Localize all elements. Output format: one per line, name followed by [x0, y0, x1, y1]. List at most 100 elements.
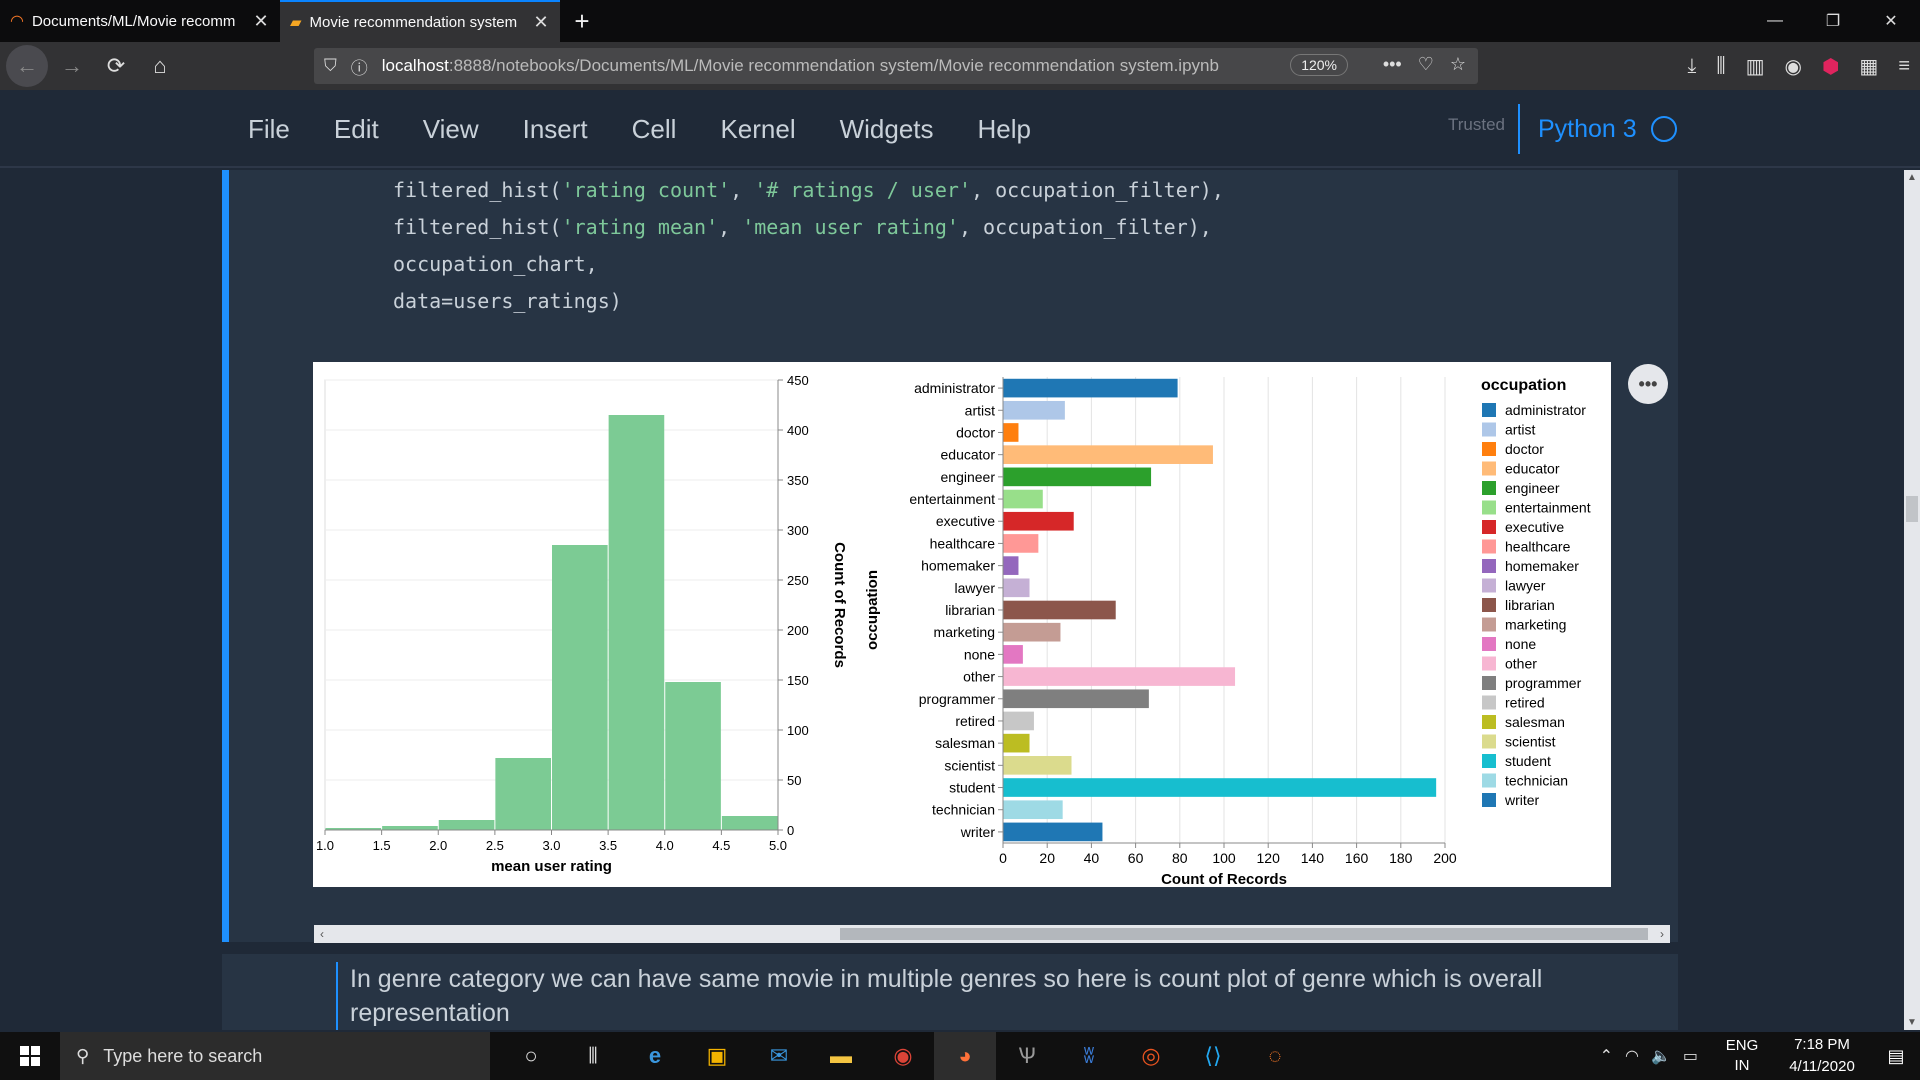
- shield-icon[interactable]: ⛉: [324, 56, 337, 76]
- trusted-indicator[interactable]: Trusted: [1448, 115, 1505, 135]
- ubuntu-icon[interactable]: ◎: [1120, 1032, 1182, 1080]
- legend-label: lawyer: [1505, 578, 1546, 594]
- x-tick-label: 120: [1257, 850, 1281, 866]
- close-window-icon[interactable]: ✕: [1862, 0, 1920, 42]
- menu-edit[interactable]: Edit: [334, 114, 379, 145]
- reload-button[interactable]: ⟳: [96, 46, 136, 86]
- tab-documents[interactable]: ◠ Documents/ML/Movie recomm ✕: [0, 0, 280, 42]
- windows-start-icon[interactable]: [0, 1032, 60, 1080]
- legend-swatch: [1482, 500, 1496, 515]
- jupyter-icon[interactable]: ◌: [1244, 1032, 1306, 1080]
- legend-label: none: [1505, 636, 1536, 652]
- toolbar-icons: ⤓ ⫼ ▥ ◉ ⬢ ▦ ≡: [1688, 42, 1910, 90]
- scroll-up-icon[interactable]: ▲: [1904, 172, 1920, 183]
- hamburger-menu-icon[interactable]: ≡: [1898, 55, 1910, 78]
- language-indicator[interactable]: ENG IN: [1712, 1036, 1772, 1076]
- y-tick-label: 100: [787, 723, 809, 738]
- histogram-chart: 1.0 1.5 2.0 2.5 3.0 3.5 4.0 4.5 5.00 50 100 150 200 2…: [316, 373, 848, 875]
- download-icon[interactable]: ⤓: [1688, 55, 1697, 78]
- screen: ◠ Documents/ML/Movie recomm ✕ ▰ Movie re…: [0, 0, 1920, 1080]
- volume-icon[interactable]: 🔈: [1651, 1046, 1671, 1066]
- menu-help[interactable]: Help: [978, 114, 1031, 145]
- menu-insert[interactable]: Insert: [523, 114, 588, 145]
- menu-file[interactable]: File: [248, 114, 290, 145]
- menu-widgets[interactable]: Widgets: [840, 114, 934, 145]
- firefox-icon[interactable]: ◕: [934, 1032, 996, 1080]
- close-tab-icon[interactable]: ✕: [532, 12, 550, 33]
- back-button[interactable]: ←: [6, 45, 48, 87]
- tab-movie-recommendation[interactable]: ▰ Movie recommendation system ✕: [280, 0, 560, 42]
- y-tick-label: 400: [787, 423, 809, 438]
- info-icon[interactable]: ⓘ: [351, 54, 368, 79]
- menu-view[interactable]: View: [423, 114, 479, 145]
- chevron-up-icon[interactable]: ⌃: [1600, 1046, 1613, 1066]
- home-button[interactable]: ⌂: [140, 46, 180, 86]
- kernel-name[interactable]: Python 3: [1538, 115, 1637, 144]
- pocket-icon[interactable]: ♡: [1418, 54, 1434, 75]
- store-icon[interactable]: ▣: [686, 1032, 748, 1080]
- task-view-icon[interactable]: ⫴: [562, 1032, 624, 1080]
- legend-swatch: [1482, 754, 1496, 768]
- scroll-thumb[interactable]: [1906, 496, 1918, 522]
- y-tick-label: 150: [787, 673, 809, 688]
- scroll-right-icon[interactable]: ›: [1660, 925, 1664, 943]
- zoom-badge[interactable]: 120%: [1290, 54, 1348, 76]
- markdown-cell[interactable]: In genre category we can have same movie…: [222, 954, 1678, 1030]
- waves-icon[interactable]: ʬ: [1058, 1032, 1120, 1080]
- battery-icon[interactable]: ▭: [1683, 1046, 1698, 1066]
- occupation-bar: [1003, 556, 1019, 575]
- occupation-bar: [1003, 467, 1152, 487]
- cortana-icon[interactable]: ○: [500, 1032, 562, 1080]
- new-tab-button[interactable]: +: [560, 0, 604, 42]
- histogram-bar: [382, 826, 438, 830]
- forward-button[interactable]: →: [52, 46, 92, 86]
- chrome-icon[interactable]: ◉: [872, 1032, 934, 1080]
- account-icon[interactable]: ◉: [1785, 54, 1802, 79]
- bookmark-star-icon[interactable]: ☆: [1450, 54, 1466, 75]
- url-bar[interactable]: ⛉ ⓘ localhost:8888/notebooks/Documents/M…: [314, 48, 1478, 84]
- vscode-icon[interactable]: ⟨⟩: [1182, 1032, 1244, 1080]
- horizontal-scrollbar[interactable]: ‹ ›: [314, 925, 1670, 943]
- minimize-icon[interactable]: —: [1746, 0, 1804, 42]
- code-cell[interactable]: filtered_hist('rating count', '# ratings…: [222, 170, 1678, 342]
- legend-swatch: [1482, 695, 1496, 710]
- x-tick-label: 60: [1128, 850, 1144, 866]
- legend-swatch: [1482, 559, 1496, 573]
- legend-label: writer: [1504, 792, 1540, 808]
- occupation-bar: [1003, 511, 1074, 531]
- close-tab-icon[interactable]: ✕: [252, 11, 270, 32]
- scroll-thumb[interactable]: [840, 928, 1648, 940]
- sidebar-icon[interactable]: ▥: [1746, 54, 1765, 79]
- y-tick-label: 200: [787, 623, 809, 638]
- scroll-left-icon[interactable]: ‹: [320, 925, 324, 943]
- y-tick-label: technician: [932, 802, 995, 818]
- wifi-icon[interactable]: ◠: [1625, 1046, 1639, 1066]
- tab-title: Movie recommendation system: [309, 13, 518, 31]
- chart-actions-icon[interactable]: •••: [1628, 364, 1668, 404]
- notification-icon[interactable]: ▤: [1872, 1046, 1920, 1067]
- x-tick-label: 3.5: [599, 838, 617, 853]
- system-tray: ⌃ ◠ 🔈 ▭ ENG IN 7:18 PM 4/11/2020 ▤: [1600, 1032, 1920, 1080]
- edge-icon[interactable]: e: [624, 1032, 686, 1080]
- occupation-bar: [1003, 423, 1019, 442]
- more-actions-icon[interactable]: •••: [1383, 54, 1402, 75]
- menu-kernel[interactable]: Kernel: [720, 114, 795, 145]
- legend-label: marketing: [1505, 617, 1566, 633]
- scroll-down-icon[interactable]: ▼: [1904, 1017, 1920, 1028]
- legend-label: educator: [1505, 461, 1560, 477]
- restore-icon[interactable]: ❐: [1804, 0, 1862, 42]
- tab-title: Documents/ML/Movie recomm: [31, 12, 236, 30]
- mail-icon[interactable]: ✉: [748, 1032, 810, 1080]
- taskbar-search[interactable]: ⚲ Type here to search: [60, 1032, 490, 1080]
- y-axis-title: occupation: [864, 570, 881, 650]
- library-icon[interactable]: ⫼: [1716, 55, 1725, 78]
- menu-cell[interactable]: Cell: [632, 114, 677, 145]
- vertical-scrollbar[interactable]: ▲ ▼: [1904, 170, 1920, 1030]
- lang-top: ENG: [1725, 1037, 1759, 1054]
- clock[interactable]: 7:18 PM 4/11/2020: [1772, 1034, 1872, 1078]
- y-tick-label: 250: [787, 573, 809, 588]
- extension-shield-icon[interactable]: ⬢: [1822, 54, 1839, 79]
- predator-icon[interactable]: Ѱ: [996, 1032, 1058, 1080]
- file-explorer-icon[interactable]: ▬: [810, 1032, 872, 1080]
- extensions-icon[interactable]: ▦: [1859, 54, 1878, 79]
